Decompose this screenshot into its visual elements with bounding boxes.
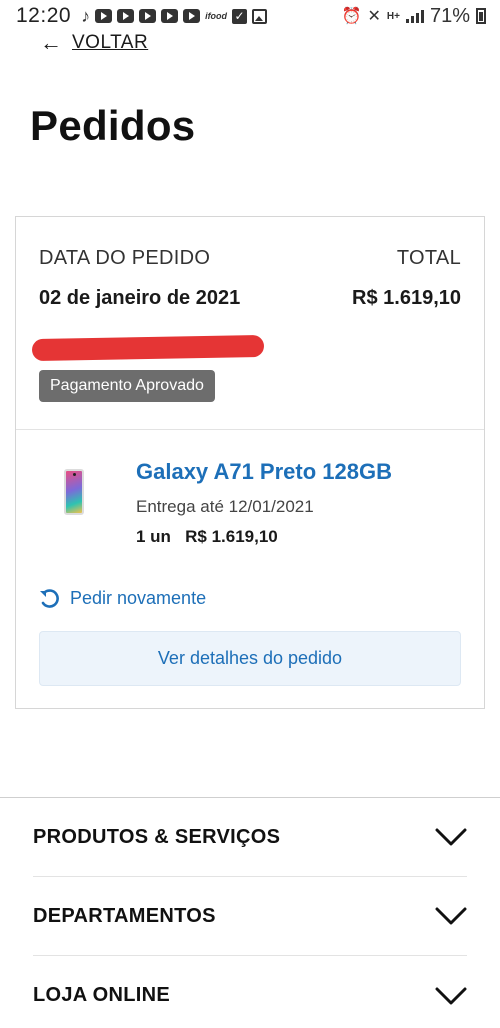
alarm-icon: ⏰ [341, 8, 362, 25]
chevron-down-icon [435, 987, 467, 1004]
order-summary: DATA DO PEDIDO TOTAL 02 de janeiro de 20… [16, 217, 484, 430]
battery-icon [476, 8, 486, 24]
chevron-down-icon [435, 907, 467, 925]
app-logo-icon: ifood [205, 11, 228, 21]
check-icon: ✓ [232, 8, 248, 24]
youtube-icon [161, 9, 179, 23]
footer-item-loja-online[interactable]: LOJA ONLINE [33, 956, 467, 1028]
status-bar: 12:20 ♪ ifood ✓ ⏰ ✕ H+ 71% [0, 0, 500, 32]
order-date-label: DATA DO PEDIDO [39, 247, 211, 269]
youtube-icon [139, 9, 157, 23]
gallery-icon [252, 8, 268, 24]
order-total-label: TOTAL [396, 247, 461, 269]
footer-nav: PRODUTOS & SERVIÇOS DEPARTAMENTOS LOJA O… [0, 797, 500, 1028]
hplus-data-icon: H+ [386, 10, 400, 22]
reorder-icon [40, 589, 59, 608]
page-title: Pedidos [30, 102, 196, 149]
battery-percent: 71% [429, 4, 470, 27]
order-details-button[interactable]: Ver detalhes do pedido [39, 631, 461, 686]
reorder-label: Pedir novamente [70, 587, 207, 608]
system-status-icons: ⏰ ✕ H+ 71% [342, 5, 486, 28]
youtube-icon [117, 9, 135, 23]
youtube-icon [183, 9, 201, 23]
mute-icon: ✕ [367, 8, 381, 25]
footer-item-produtos-servicos[interactable]: PRODUTOS & SERVIÇOS [33, 798, 467, 877]
footer-item-label: DEPARTAMENTOS [33, 904, 216, 927]
product-name-link[interactable]: Galaxy A71 Preto 128GB [136, 459, 392, 485]
order-total-value: R$ 1.619,10 [352, 287, 461, 309]
reorder-button[interactable]: Pedir novamente [38, 587, 206, 609]
product-image[interactable] [64, 469, 84, 515]
notification-icons: ♪ ifood ✓ [81, 5, 268, 27]
order-card: DATA DO PEDIDO TOTAL 02 de janeiro de 20… [15, 216, 485, 709]
order-date-value: 02 de janeiro de 2021 [39, 287, 241, 309]
status-badge: Pagamento Aprovado [39, 370, 215, 402]
back-label: VOLTAR [72, 32, 149, 53]
delivery-date: Entrega até 12/01/2021 [136, 497, 314, 516]
order-item: Galaxy A71 Preto 128GB Entrega até 12/01… [16, 431, 484, 709]
footer-item-label: LOJA ONLINE [33, 984, 171, 1006]
back-arrow-icon: ← [40, 30, 62, 55]
youtube-icon [95, 9, 113, 23]
footer-item-label: PRODUTOS & SERVIÇOS [33, 825, 281, 848]
tiktok-icon: ♪ [81, 5, 91, 26]
footer-item-departamentos[interactable]: DEPARTAMENTOS [33, 877, 467, 956]
back-link[interactable]: ← VOLTAR [40, 32, 148, 54]
status-time: 12:20 [16, 4, 72, 27]
signal-icon [405, 9, 424, 23]
chevron-down-icon [435, 828, 467, 846]
quantity-price: 1 un R$ 1.619,10 [136, 527, 278, 546]
order-number-redaction [31, 334, 265, 362]
